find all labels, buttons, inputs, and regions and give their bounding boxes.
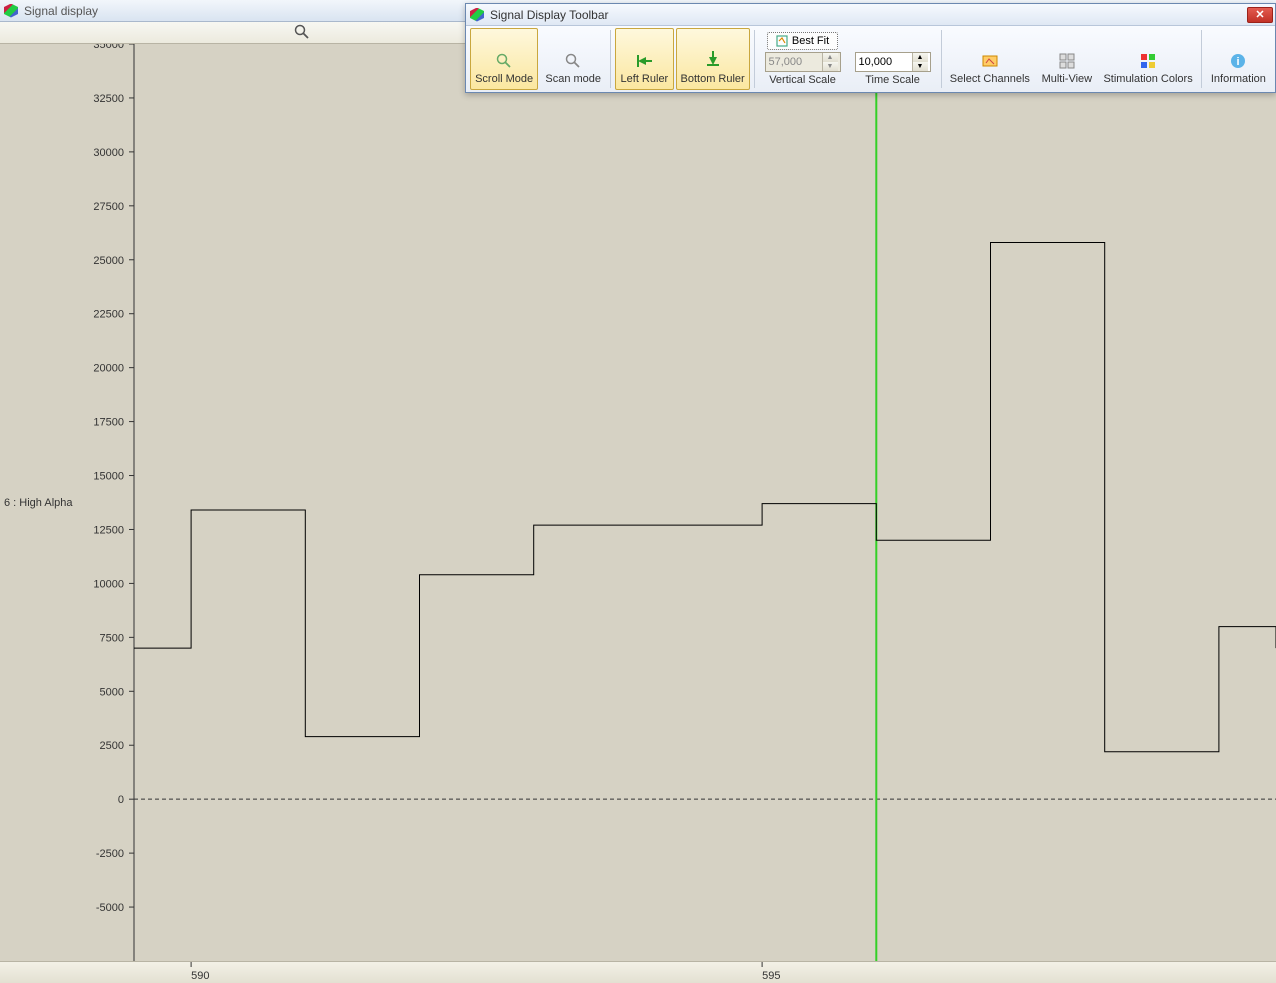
svg-text:7500: 7500 xyxy=(100,632,124,644)
select-channels-label: Select Channels xyxy=(950,73,1030,85)
svg-text:595: 595 xyxy=(762,970,780,982)
magnifier-icon xyxy=(496,53,512,69)
svg-text:35000: 35000 xyxy=(93,44,124,51)
vertical-scale-group: Best Fit ▲▼ Vertical Scale xyxy=(759,28,847,90)
svg-text:15000: 15000 xyxy=(93,471,124,483)
best-fit-icon xyxy=(776,35,788,47)
svg-text:0: 0 xyxy=(118,794,124,806)
information-button[interactable]: i Information xyxy=(1206,28,1271,90)
time-scale-spinbox[interactable]: ▲▼ xyxy=(855,52,931,72)
stimulation-colors-label: Stimulation Colors xyxy=(1103,73,1192,85)
multi-view-button[interactable]: Multi-View xyxy=(1036,28,1097,90)
window-title: Signal display xyxy=(24,4,98,18)
information-label: Information xyxy=(1211,73,1266,85)
bottom-ruler-label: Bottom Ruler xyxy=(681,73,745,85)
bottom-ruler-bar: 590 595 xyxy=(0,961,1276,983)
chart-canvas: 3500032500300002750025000225002000017500… xyxy=(0,44,1276,961)
left-ruler-label: Left Ruler xyxy=(621,73,669,85)
best-fit-button[interactable]: Best Fit xyxy=(767,32,838,50)
select-channels-icon xyxy=(982,53,998,69)
svg-text:5000: 5000 xyxy=(100,686,124,698)
svg-text:i: i xyxy=(1237,56,1240,68)
scroll-mode-label: Scroll Mode xyxy=(475,73,533,85)
svg-text:-5000: -5000 xyxy=(96,902,124,914)
time-scale-spin[interactable]: ▲▼ xyxy=(912,53,928,71)
time-scale-input[interactable] xyxy=(856,56,912,68)
left-ruler-icon xyxy=(634,53,654,69)
vertical-scale-label: Vertical Scale xyxy=(769,74,836,86)
svg-text:17500: 17500 xyxy=(93,417,124,429)
time-scale-label: Time Scale xyxy=(865,74,920,86)
svg-text:27500: 27500 xyxy=(93,201,124,213)
select-channels-button[interactable]: Select Channels xyxy=(945,28,1034,90)
bottom-ruler-button[interactable]: Bottom Ruler xyxy=(676,28,750,90)
close-button[interactable]: ✕ xyxy=(1247,7,1273,23)
separator xyxy=(754,30,755,88)
app-icon xyxy=(4,4,18,18)
toolbar-window: Signal Display Toolbar ✕ Scroll Mode Sca… xyxy=(465,3,1276,93)
scroll-mode-button[interactable]: Scroll Mode xyxy=(470,28,538,90)
svg-text:-2500: -2500 xyxy=(96,848,124,860)
best-fit-label: Best Fit xyxy=(792,35,829,47)
vertical-scale-input[interactable] xyxy=(766,56,822,68)
separator xyxy=(610,30,611,88)
x-axis: 590 595 xyxy=(0,962,1276,983)
svg-text:2500: 2500 xyxy=(100,740,124,752)
separator xyxy=(1201,30,1202,88)
left-ruler-button[interactable]: Left Ruler xyxy=(615,28,674,90)
stimulation-colors-icon xyxy=(1140,53,1156,69)
svg-text:22500: 22500 xyxy=(93,309,124,321)
bottom-ruler-icon xyxy=(705,51,721,69)
svg-text:25000: 25000 xyxy=(93,255,124,267)
toolbar-title: Signal Display Toolbar xyxy=(490,8,609,22)
signal-chart[interactable]: 6 : High Alpha 3500032500300002750025000… xyxy=(0,44,1276,983)
stimulation-colors-button[interactable]: Stimulation Colors xyxy=(1099,28,1196,90)
svg-text:32500: 32500 xyxy=(93,93,124,105)
info-icon: i xyxy=(1230,53,1246,69)
svg-text:12500: 12500 xyxy=(93,524,124,536)
svg-text:20000: 20000 xyxy=(93,363,124,375)
vertical-scale-spin[interactable]: ▲▼ xyxy=(822,53,838,71)
scan-mode-label: Scan mode xyxy=(545,73,601,85)
zoom-icon[interactable] xyxy=(294,24,310,43)
multi-view-label: Multi-View xyxy=(1042,73,1093,85)
app-icon xyxy=(470,8,484,22)
vertical-scale-spinbox[interactable]: ▲▼ xyxy=(765,52,841,72)
scan-mode-button[interactable]: Scan mode xyxy=(540,28,606,90)
magnifier-icon xyxy=(565,53,581,69)
toolbar-body: Scroll Mode Scan mode Left Ruler Bottom … xyxy=(466,26,1275,92)
channel-label: 6 : High Alpha xyxy=(4,497,73,509)
separator xyxy=(941,30,942,88)
svg-text:10000: 10000 xyxy=(93,578,124,590)
svg-text:30000: 30000 xyxy=(93,147,124,159)
time-scale-group: ▲▼ Time Scale xyxy=(849,28,937,90)
svg-text:590: 590 xyxy=(191,970,209,982)
multi-view-icon xyxy=(1059,53,1075,69)
toolbar-titlebar[interactable]: Signal Display Toolbar ✕ xyxy=(466,4,1275,26)
